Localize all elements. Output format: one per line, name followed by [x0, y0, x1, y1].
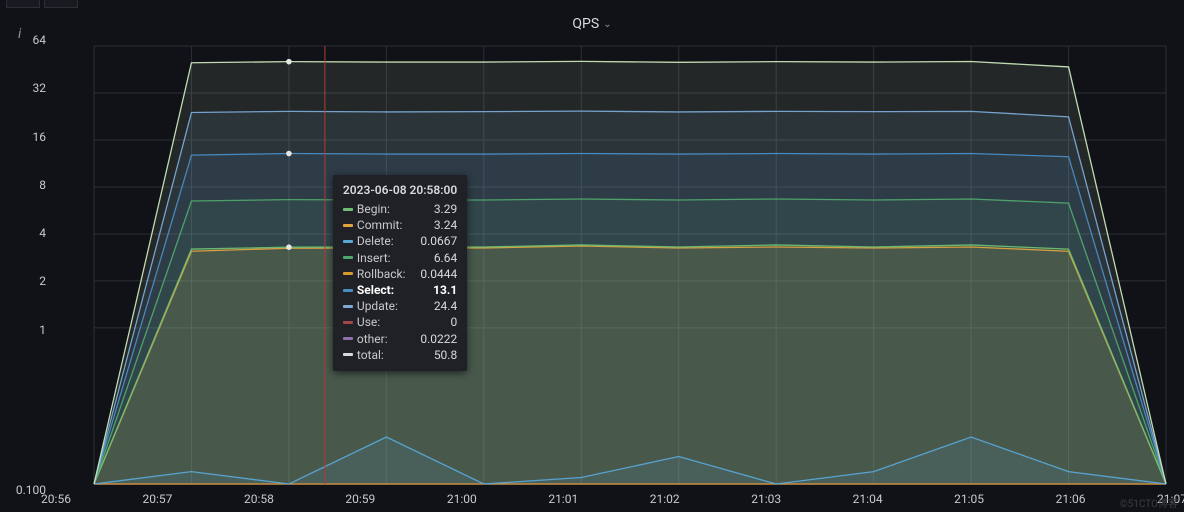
- x-axis-tick: 21:06: [1056, 492, 1086, 506]
- tooltip-row: Select: 13.1: [343, 282, 457, 298]
- x-axis-tick: 20:57: [143, 492, 173, 506]
- tooltip-series-name: Commit:: [357, 217, 402, 233]
- tooltip-row: Use: 0: [343, 314, 457, 330]
- tooltip-series-value: 13.1: [433, 282, 457, 298]
- tooltip-series-value: 0: [450, 314, 457, 330]
- tooltip-series-value: 3.24: [434, 217, 457, 233]
- tooltip-series-name: Update:: [357, 298, 398, 314]
- series-swatch: [343, 256, 353, 259]
- series-swatch: [343, 272, 353, 275]
- y-axis-tick: 1: [39, 323, 46, 337]
- x-axis-tick: 20:56: [41, 492, 71, 506]
- tooltip-series-name: Insert:: [357, 250, 391, 266]
- tooltip-series-name: Begin:: [357, 201, 390, 217]
- x-axis-tick: 21:00: [447, 492, 477, 506]
- x-axis-labels: 20:5620:5720:5820:5921:0021:0121:0221:03…: [56, 492, 1172, 508]
- watermark: ©51CTO博客: [1120, 495, 1178, 510]
- tooltip: 2023-06-08 20:58:00 Begin: 3.29 Commit: 3.2…: [333, 175, 467, 371]
- series-swatch: [343, 224, 353, 227]
- tooltip-row: Update: 24.4: [343, 298, 457, 314]
- y-axis-tick: 64: [33, 33, 47, 47]
- series-swatch: [343, 321, 353, 324]
- x-axis-tick: 21:02: [650, 492, 680, 506]
- chevron-down-icon: ⌄: [603, 19, 611, 30]
- tooltip-series-name: Select:: [357, 282, 394, 298]
- tooltip-row: Insert: 6.64: [343, 250, 457, 266]
- tooltip-title: 2023-06-08 20:58:00: [343, 183, 457, 197]
- tooltip-series-value: 50.8: [434, 347, 457, 363]
- panel-title-text: QPS: [572, 16, 599, 32]
- y-axis-tick: 8: [39, 178, 46, 192]
- tooltip-series-value: 0.0222: [420, 331, 457, 347]
- series-swatch: [343, 305, 353, 308]
- top-tabs: [6, 0, 78, 8]
- y-axis-tick: 4: [39, 226, 46, 240]
- tooltip-series-name: total:: [357, 347, 384, 363]
- x-axis-tick: 21:03: [751, 492, 781, 506]
- chart-area[interactable]: [56, 40, 1172, 490]
- tooltip-series-value: 24.4: [434, 298, 457, 314]
- y-axis-labels: 64321684210.100: [0, 40, 52, 490]
- tooltip-series-value: 0.0667: [420, 233, 457, 249]
- tooltip-series-value: 3.29: [434, 201, 457, 217]
- x-axis-tick: 20:58: [244, 492, 274, 506]
- x-axis-tick: 21:05: [954, 492, 984, 506]
- tooltip-row: Commit: 3.24: [343, 217, 457, 233]
- chart-svg: [56, 40, 1172, 490]
- tooltip-row: Begin: 3.29: [343, 201, 457, 217]
- top-tab[interactable]: [6, 0, 40, 8]
- y-axis-tick: 2: [39, 274, 46, 288]
- series-swatch: [343, 337, 353, 340]
- x-axis-tick: 21:04: [853, 492, 883, 506]
- tooltip-series-value: 6.64: [434, 250, 457, 266]
- panel-title[interactable]: QPS ⌄: [572, 16, 611, 32]
- top-tab[interactable]: [44, 0, 78, 8]
- y-axis-tick: 16: [33, 130, 47, 144]
- y-axis-tick: 32: [33, 81, 47, 95]
- tooltip-row: Rollback: 0.0444: [343, 266, 457, 282]
- panel-header: i QPS ⌄: [0, 12, 1184, 36]
- tooltip-series-name: Rollback:: [357, 266, 406, 282]
- tooltip-row: total: 50.8: [343, 347, 457, 363]
- x-axis-tick: 21:01: [548, 492, 578, 506]
- tooltip-row: other: 0.0222: [343, 331, 457, 347]
- x-axis-tick: 20:59: [345, 492, 375, 506]
- series-swatch: [343, 208, 353, 211]
- tooltip-series-value: 0.0444: [420, 266, 457, 282]
- series-swatch: [343, 353, 353, 356]
- tooltip-series-name: Use:: [357, 314, 380, 330]
- tooltip-series-name: other:: [357, 331, 388, 347]
- series-swatch: [343, 289, 353, 292]
- chart-panel: i QPS ⌄ 64321684210.100 20:5620:5720:582…: [0, 0, 1184, 512]
- tooltip-series-name: Delete:: [357, 233, 394, 249]
- series-swatch: [343, 240, 353, 243]
- tooltip-row: Delete: 0.0667: [343, 233, 457, 249]
